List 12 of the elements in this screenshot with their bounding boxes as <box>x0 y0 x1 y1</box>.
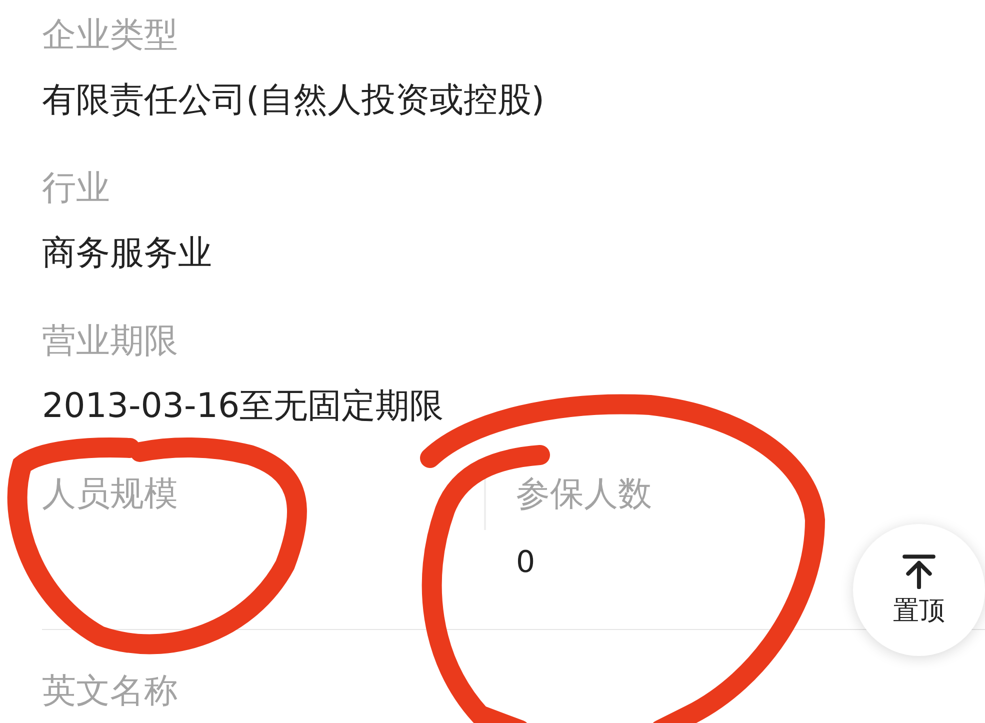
field-value: 2013-03-16至无固定期限 <box>42 385 444 428</box>
field-label: 行业 <box>42 167 110 210</box>
field-label: 英文名称 <box>42 670 178 713</box>
field-label: 人员规模 <box>42 473 178 516</box>
field-value: 有限责任公司(自然人投资或控股) <box>42 79 545 122</box>
field-value: 商务服务业 <box>42 232 212 275</box>
field-label: 参保人数 <box>516 473 652 516</box>
arrow-up-icon <box>901 552 937 588</box>
field-label: 企业类型 <box>42 14 178 57</box>
field-value: 0 <box>516 544 536 582</box>
field-label: 营业期限 <box>42 320 178 363</box>
back-to-top-button[interactable]: 置顶 <box>853 524 985 656</box>
